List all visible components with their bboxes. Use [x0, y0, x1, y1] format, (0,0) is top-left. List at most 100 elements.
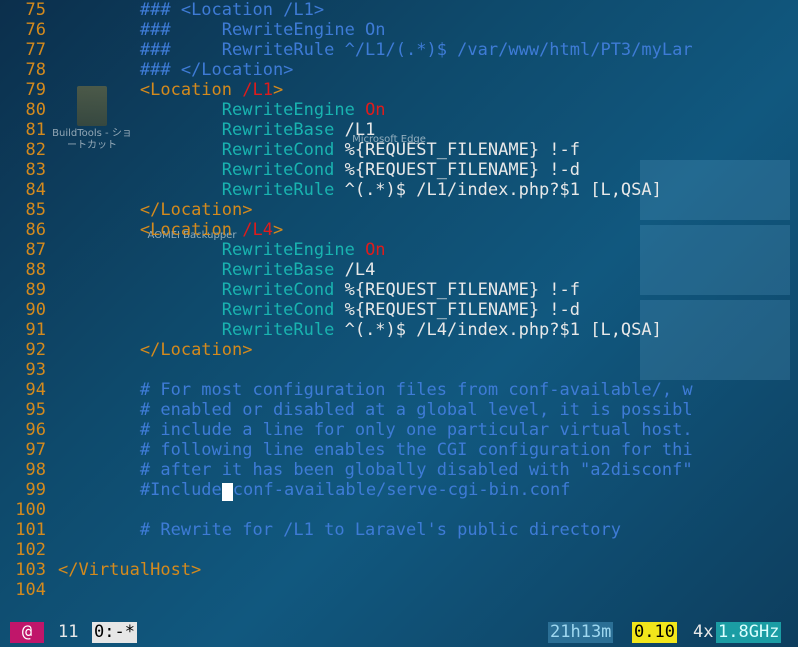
code-token: On: [365, 240, 386, 260]
code-token: %{REQUEST_FILENAME} !-d: [344, 300, 580, 320]
editor-line[interactable]: 100: [0, 500, 58, 520]
line-number: 84: [25, 180, 46, 200]
code-token: RewriteEngine: [221, 100, 366, 120]
code-token: # after it has been globally disabled wi…: [139, 460, 693, 480]
editor-line[interactable]: 84 RewriteRule ^(.*)$ /L1/index.php?$1 […: [0, 180, 662, 200]
line-number: 75: [25, 0, 46, 20]
editor-line[interactable]: 98 # after it has been globally disabled…: [0, 460, 693, 480]
code-token: /L1: [242, 80, 273, 100]
editor-line[interactable]: 104: [0, 580, 58, 600]
line-number: 89: [25, 280, 46, 300]
editor-line[interactable]: 89 RewriteCond %{REQUEST_FILENAME} !-f: [0, 280, 580, 300]
line-number: 91: [25, 320, 46, 340]
editor-line[interactable]: 91 RewriteRule ^(.*)$ /L4/index.php?$1 […: [0, 320, 662, 340]
vim-editor-buffer[interactable]: 75 ### <Location /L1> 76 ### RewriteEngin…: [0, 0, 798, 620]
line-number: 104: [15, 580, 46, 600]
code-token: >: [272, 80, 284, 100]
code-token: <Location: [139, 80, 243, 100]
editor-line[interactable]: 93: [0, 360, 58, 380]
line-number: 83: [25, 160, 46, 180]
code-token: >: [272, 220, 284, 240]
code-token: RewriteRule: [221, 180, 345, 200]
code-token: # following line enables the CGI configu…: [139, 440, 693, 460]
editor-line[interactable]: 76 ### RewriteEngine On: [0, 20, 386, 40]
code-token: ^(.*)$ /L1/index.php?$1 [L,QSA]: [344, 180, 662, 200]
code-token: /L1: [344, 120, 376, 140]
code-token: </Location>: [139, 200, 253, 220]
line-number: 87: [25, 240, 46, 260]
editor-line[interactable]: 92 </Location>: [0, 340, 253, 360]
editor-line[interactable]: 86 <Location /L4>: [0, 220, 284, 240]
line-number: 88: [25, 260, 46, 280]
editor-line[interactable]: 95 # enabled or disabled at a global lev…: [0, 400, 693, 420]
editor-line[interactable]: 80 RewriteEngine On: [0, 100, 386, 120]
editor-line[interactable]: 88 RewriteBase /L4: [0, 260, 376, 280]
line-number: 78: [25, 60, 46, 80]
editor-line[interactable]: 79 <Location /L1>: [0, 80, 284, 100]
line-number: 82: [25, 140, 46, 160]
editor-line[interactable]: 103 </VirtualHost>: [0, 560, 201, 580]
code-token: #Include: [139, 480, 222, 500]
code-token: RewriteEngine: [221, 240, 366, 260]
line-number: 99: [25, 480, 46, 500]
current-window-tab[interactable]: 0:-*: [92, 622, 137, 643]
code-token: ### RewriteRule ^/L1/(.*)$ /var/www/html…: [139, 40, 693, 60]
code-token: RewriteCond: [221, 300, 345, 320]
line-number: 103: [15, 560, 46, 580]
tmux-status-bar: @ 11 0:-* 21h13m 0.10 4x 1.8GHz: [0, 620, 798, 647]
line-number: 79: [25, 80, 46, 100]
code-token: RewriteRule: [221, 320, 345, 340]
line-number: 100: [15, 500, 46, 520]
editor-line[interactable]: 97 # following line enables the CGI conf…: [0, 440, 693, 460]
code-token: ### <Location /L1>: [139, 0, 325, 20]
code-token: %{REQUEST_FILENAME} !-d: [344, 160, 580, 180]
code-token: RewriteBase: [221, 120, 345, 140]
editor-line[interactable]: 83 RewriteCond %{REQUEST_FILENAME} !-d: [0, 160, 580, 180]
editor-line[interactable]: 75 ### <Location /L1>: [0, 0, 325, 20]
line-number: 102: [15, 540, 46, 560]
line-number: 93: [25, 360, 46, 380]
editor-line[interactable]: 78 ### </Location>: [0, 60, 294, 80]
editor-line[interactable]: 102: [0, 540, 58, 560]
line-number: 101: [15, 520, 46, 540]
editor-line[interactable]: 99 #Include conf-available/serve-cgi-bin…: [0, 480, 571, 501]
code-token: /L4: [344, 260, 376, 280]
code-token: ### </Location>: [139, 60, 294, 80]
code-token: On: [365, 100, 386, 120]
editor-line[interactable]: 87 RewriteEngine On: [0, 240, 386, 260]
editor-line[interactable]: 77 ### RewriteRule ^/L1/(.*)$ /var/www/h…: [0, 40, 693, 60]
code-token: # For most configuration files from conf…: [139, 380, 693, 400]
editor-line[interactable]: 101 # Rewrite for /L1 to Laravel's publi…: [0, 520, 621, 540]
line-number: 92: [25, 340, 46, 360]
uptime-readout: 21h13m: [548, 622, 614, 643]
line-number: 85: [25, 200, 46, 220]
text-cursor: [221, 483, 233, 501]
line-number: 96: [25, 420, 46, 440]
editor-line[interactable]: 90 RewriteCond %{REQUEST_FILENAME} !-d: [0, 300, 580, 320]
editor-line[interactable]: 81 RewriteBase /L1: [0, 120, 376, 140]
editor-line[interactable]: 85 </Location>: [0, 200, 253, 220]
window-count: 11: [58, 622, 79, 642]
editor-line[interactable]: 82 RewriteCond %{REQUEST_FILENAME} !-f: [0, 140, 580, 160]
session-indicator: @: [10, 622, 44, 643]
editor-line[interactable]: 96 # include a line for only one particu…: [0, 420, 693, 440]
line-number: 90: [25, 300, 46, 320]
editor-line[interactable]: 94 # For most configuration files from c…: [0, 380, 693, 400]
